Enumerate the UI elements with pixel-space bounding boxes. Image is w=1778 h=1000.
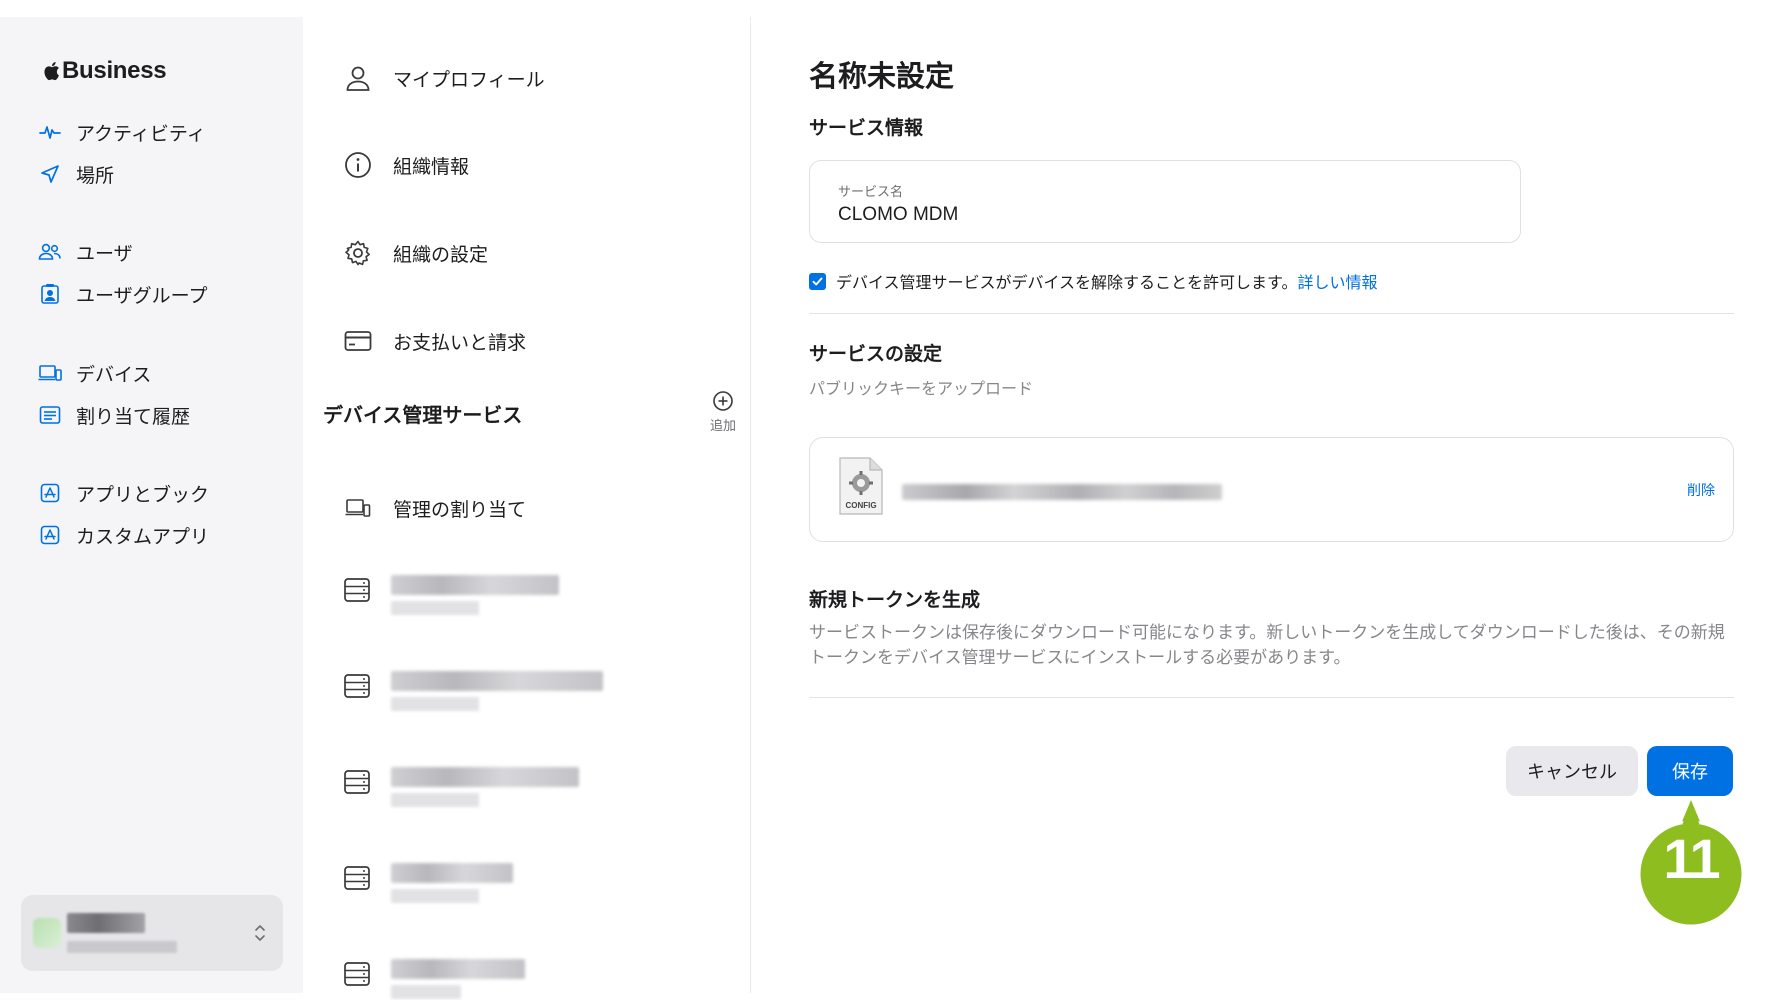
server-name-redacted <box>391 767 579 807</box>
settings-item-billing[interactable]: お支払いと請求 <box>343 326 526 356</box>
settings-item-label: 管理の割り当て <box>393 498 527 521</box>
brand-name: Business <box>62 57 167 84</box>
release-permission-row: デバイス管理サービスがデバイスを解除することを許可します。詳しい情報 <box>809 269 1377 293</box>
brand-logo[interactable]: Business <box>42 57 167 85</box>
custom-app-icon <box>38 523 62 547</box>
add-label: 追加 <box>709 419 736 434</box>
sidebar-item-user-groups[interactable]: ユーザグループ <box>38 279 207 309</box>
learn-more-link[interactable]: 詳しい情報 <box>1297 273 1377 292</box>
server-name-redacted <box>391 959 525 999</box>
settings-item-my-profile[interactable]: マイプロフィール <box>343 63 545 93</box>
public-key-file: CONFIG 削除 <box>809 437 1734 542</box>
sidebar-item-apps-and-books[interactable]: アプリとブック <box>38 478 209 508</box>
gear-icon <box>343 238 373 268</box>
sidebar-item-users[interactable]: ユーザ <box>38 237 133 267</box>
file-name-redacted <box>902 484 1222 500</box>
release-permission-text: デバイス管理サービスがデバイスを解除することを許可します。 <box>836 273 1298 292</box>
delete-file-button[interactable]: 削除 <box>1687 480 1715 500</box>
server-icon <box>343 961 371 991</box>
mdm-server-item[interactable] <box>343 863 513 903</box>
server-name-redacted <box>391 671 603 711</box>
service-name-field[interactable]: サービス名 <box>809 160 1521 243</box>
sidebar-item-label: ユーザ <box>76 242 133 265</box>
sidebar-item-label: 割り当て履歴 <box>76 405 191 428</box>
release-permission-checkbox[interactable] <box>809 272 826 290</box>
sidebar: Business アクティビティ 場所 ユーザ ユーザグループ デバイス 割り当… <box>0 17 303 993</box>
divider <box>809 697 1734 698</box>
service-name-input[interactable] <box>838 204 1492 226</box>
sidebar-item-label: アクティビティ <box>76 122 206 145</box>
sidebar-item-assignment-history[interactable]: 割り当て履歴 <box>38 400 190 430</box>
sidebar-item-devices[interactable]: デバイス <box>38 358 151 388</box>
server-icon <box>343 769 371 799</box>
apple-logo-icon <box>44 62 59 81</box>
settings-list: マイプロフィール 組織情報 組織の設定 お支払いと請求 デバイス管理サービス 追… <box>303 17 751 999</box>
sidebar-item-activity[interactable]: アクティビティ <box>38 117 206 147</box>
settings-item-management-assignment[interactable]: 管理の割り当て <box>343 493 526 523</box>
config-file-label: CONFIG <box>845 501 876 510</box>
add-server-button[interactable]: 追加 <box>703 390 743 434</box>
settings-item-org-info[interactable]: 組織情報 <box>343 150 469 180</box>
new-token-heading: 新規トークンを生成 <box>809 589 981 611</box>
settings-item-label: 組織情報 <box>393 155 470 178</box>
account-name-redacted <box>67 913 177 953</box>
server-icon <box>343 577 371 607</box>
divider <box>809 313 1734 314</box>
sidebar-item-location[interactable]: 場所 <box>38 159 114 189</box>
step-number: 11 <box>1663 827 1720 890</box>
mdm-server-item[interactable] <box>343 575 559 615</box>
page-title: 名称未設定 <box>809 59 955 93</box>
account-switcher[interactable] <box>21 895 283 971</box>
mdm-server-item[interactable] <box>343 959 525 999</box>
service-name-label: サービス名 <box>838 185 904 200</box>
sidebar-item-custom-apps[interactable]: カスタムアプリ <box>38 520 209 550</box>
device-management-section-title: デバイス管理サービス <box>323 403 523 427</box>
user-group-icon <box>38 282 62 306</box>
devices-icon <box>343 493 373 523</box>
devices-icon <box>38 361 62 385</box>
settings-item-label: 組織の設定 <box>393 243 489 266</box>
checkmark-icon <box>812 277 823 285</box>
assignment-history-icon <box>38 403 62 427</box>
sidebar-item-label: デバイス <box>76 363 152 386</box>
mdm-server-item[interactable] <box>343 767 579 807</box>
mdm-server-item[interactable] <box>343 671 603 711</box>
config-file-icon: CONFIG <box>839 457 883 515</box>
settings-item-org-settings[interactable]: 組織の設定 <box>343 238 488 268</box>
server-name-redacted <box>391 863 513 903</box>
credit-card-icon <box>343 326 373 356</box>
new-token-description: サービストークンは保存後にダウンロード可能になります。新しいトークンを生成してダ… <box>809 623 1725 668</box>
location-arrow-icon <box>38 162 62 186</box>
cancel-button[interactable]: キャンセル <box>1506 746 1638 796</box>
server-icon <box>343 673 371 703</box>
server-icon <box>343 865 371 895</box>
service-settings-heading: サービスの設定 <box>809 343 943 365</box>
sidebar-item-label: ユーザグループ <box>76 284 208 307</box>
sidebar-item-label: 場所 <box>76 164 115 187</box>
chevron-up-down-icon <box>255 925 265 941</box>
server-name-redacted <box>391 575 559 615</box>
step-callout-badge: 11 <box>1637 782 1745 932</box>
avatar <box>33 918 61 948</box>
plus-circle-icon <box>713 391 733 411</box>
sidebar-item-label: カスタムアプリ <box>76 525 210 548</box>
settings-item-label: お支払いと請求 <box>393 331 527 354</box>
service-info-heading: サービス情報 <box>809 117 924 139</box>
server-detail-panel: 名称未設定 サービス情報 サービス名 デバイス管理サービスがデバイスを解除するこ… <box>751 17 1778 993</box>
settings-item-label: マイプロフィール <box>393 68 545 91</box>
info-icon <box>343 150 373 180</box>
person-icon <box>343 63 373 93</box>
app-store-icon <box>38 481 62 505</box>
sidebar-item-label: アプリとブック <box>76 483 210 506</box>
upload-public-key-hint: パブリックキーをアップロード <box>809 379 1034 398</box>
activity-icon <box>38 120 62 144</box>
users-icon <box>38 240 62 264</box>
